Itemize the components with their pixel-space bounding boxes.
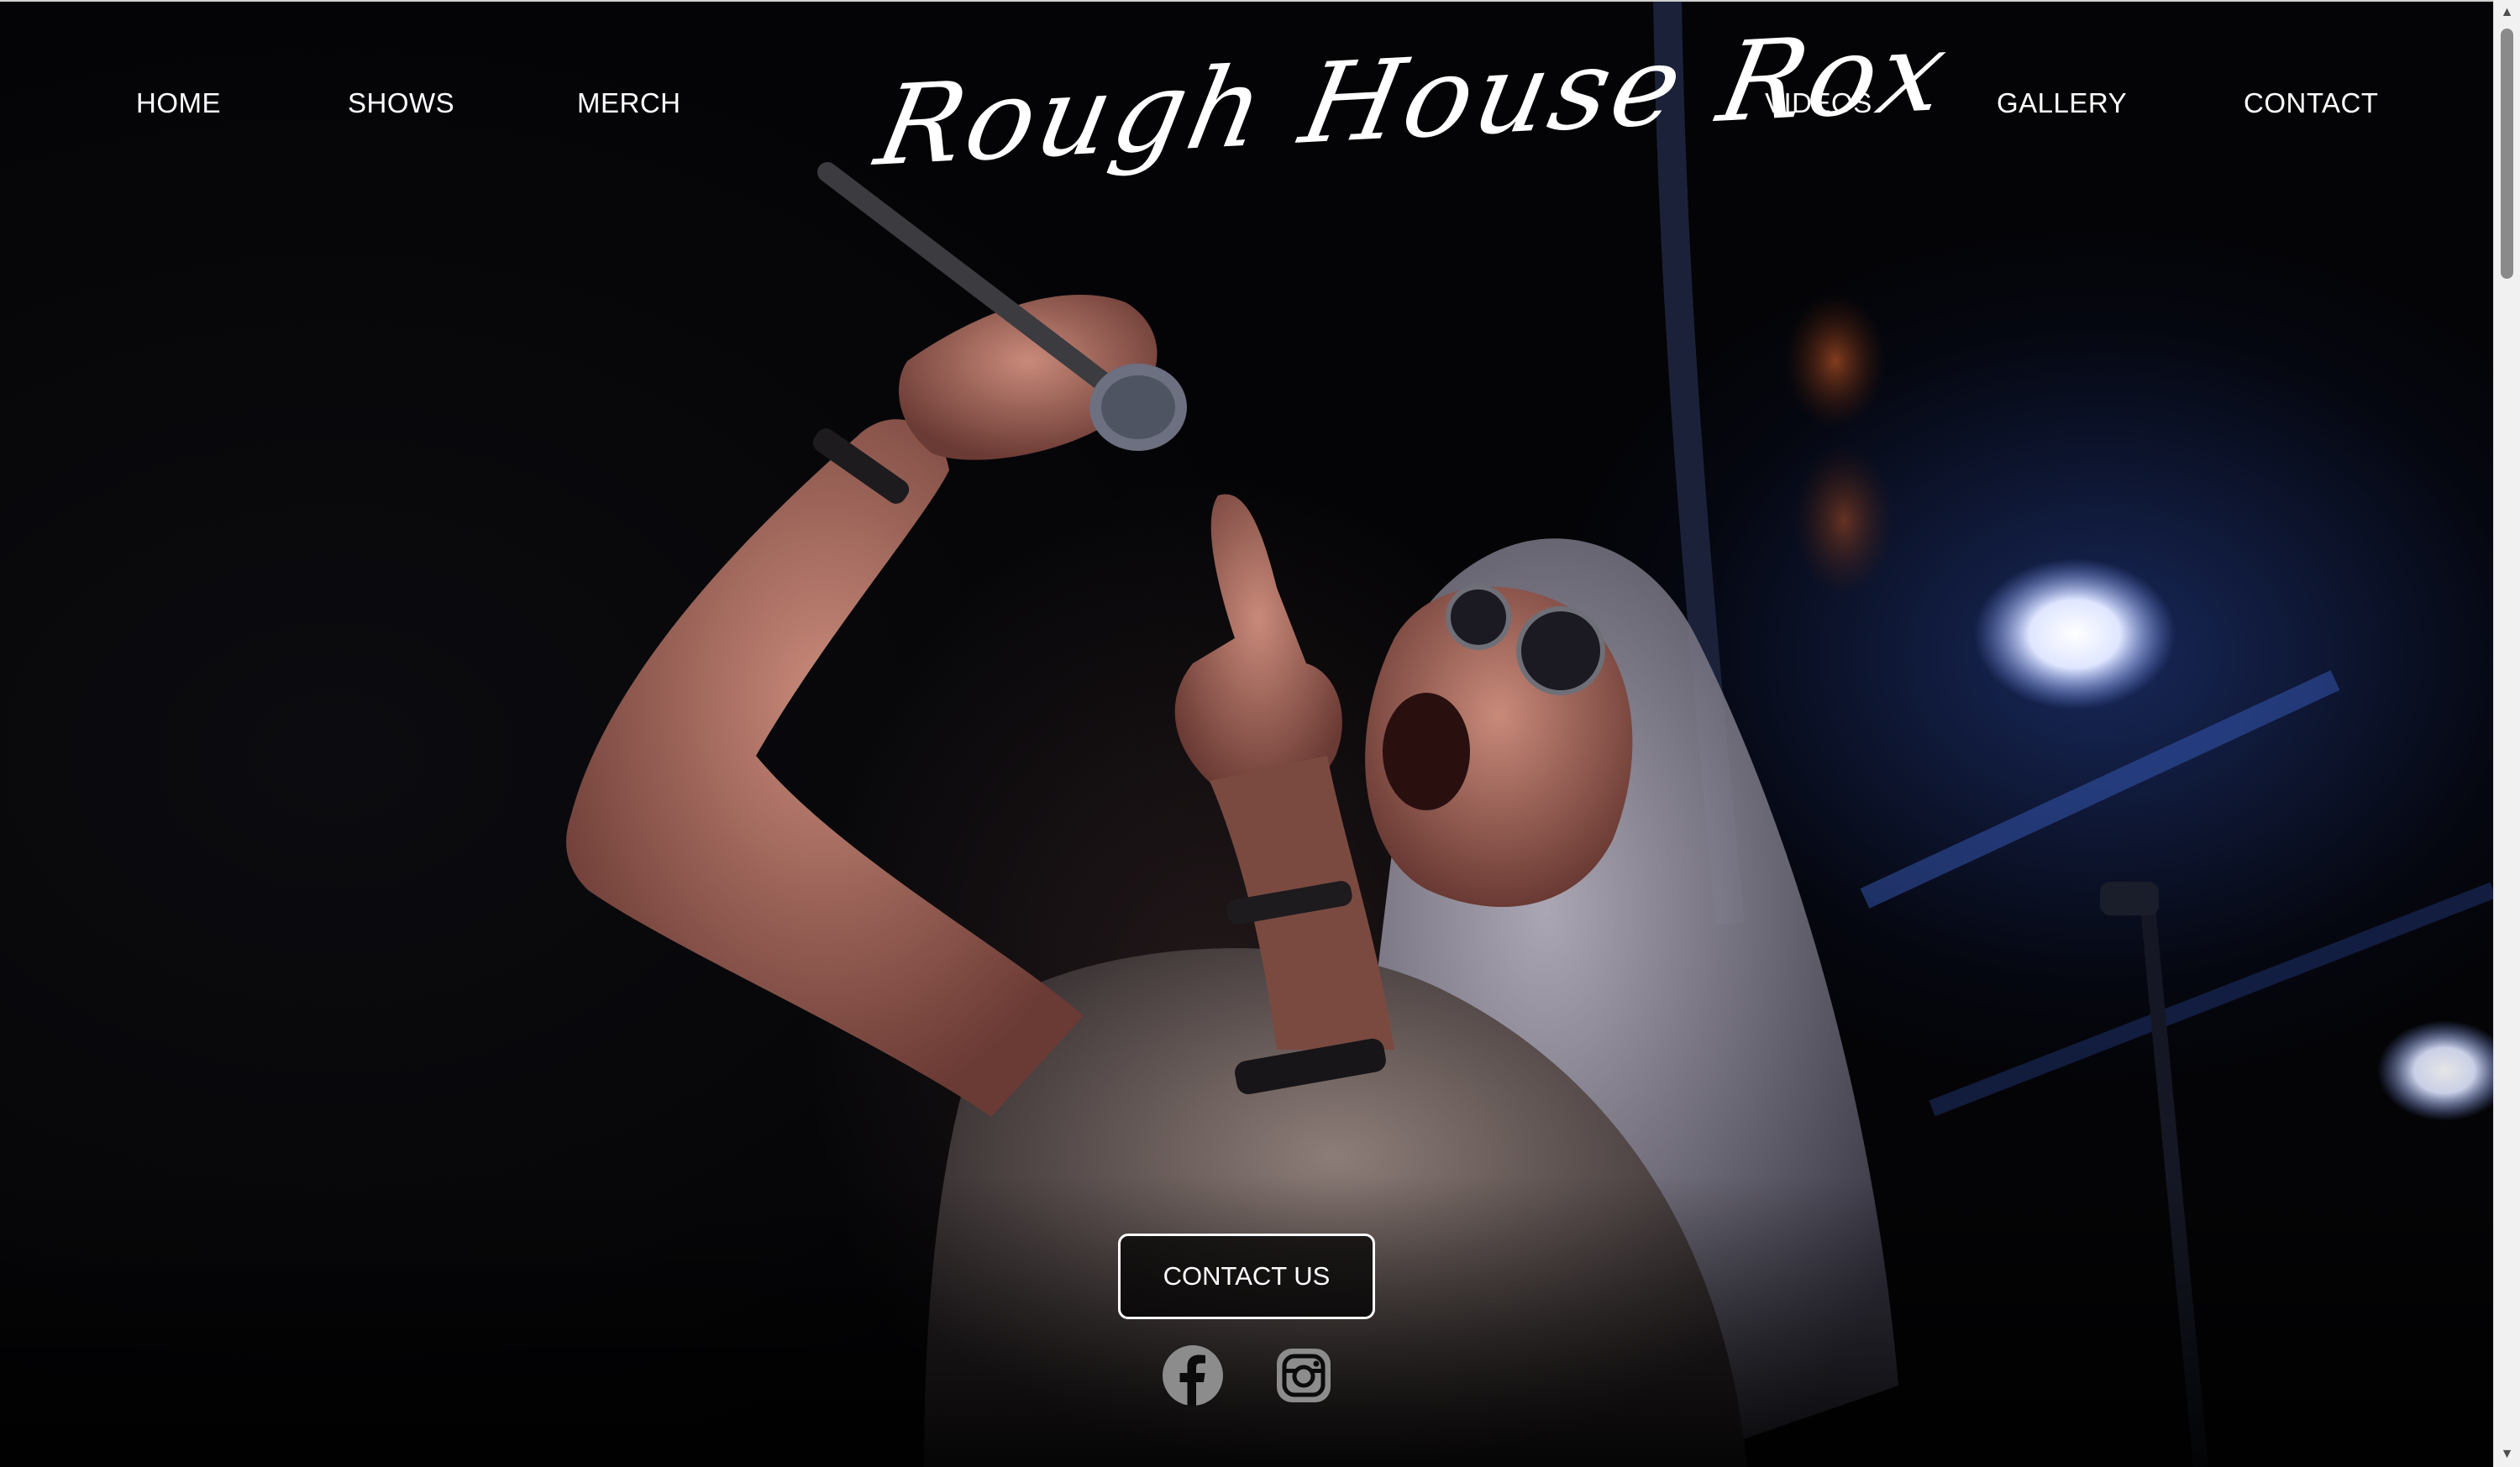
facebook-icon[interactable] <box>1163 1345 1223 1406</box>
nav-contact[interactable]: CONTACT <box>2244 87 2379 119</box>
nav-shows[interactable]: SHOWS <box>348 87 454 119</box>
nav-gallery[interactable]: GALLERY <box>1997 87 2127 119</box>
main-navigation: HOME SHOWS MERCH Rough House Rox VIDEOS … <box>0 0 2493 218</box>
scroll-down-arrow-icon[interactable]: ▼ <box>2494 1442 2520 1467</box>
contact-us-button[interactable]: CONTACT US <box>1118 1234 1375 1319</box>
scroll-up-arrow-icon[interactable]: ▲ <box>2494 0 2520 25</box>
scrollbar-thumb[interactable] <box>2501 29 2513 279</box>
nav-home[interactable]: HOME <box>136 87 221 119</box>
page-viewport: HOME SHOWS MERCH Rough House Rox VIDEOS … <box>0 0 2493 1467</box>
nav-videos[interactable]: VIDEOS <box>1765 87 1872 119</box>
instagram-icon[interactable] <box>1273 1345 1334 1406</box>
vertical-scrollbar[interactable]: ▲ ▼ <box>2493 0 2520 1467</box>
nav-merch[interactable]: MERCH <box>577 87 681 119</box>
band-logo[interactable]: Rough House Rox <box>862 7 1960 219</box>
